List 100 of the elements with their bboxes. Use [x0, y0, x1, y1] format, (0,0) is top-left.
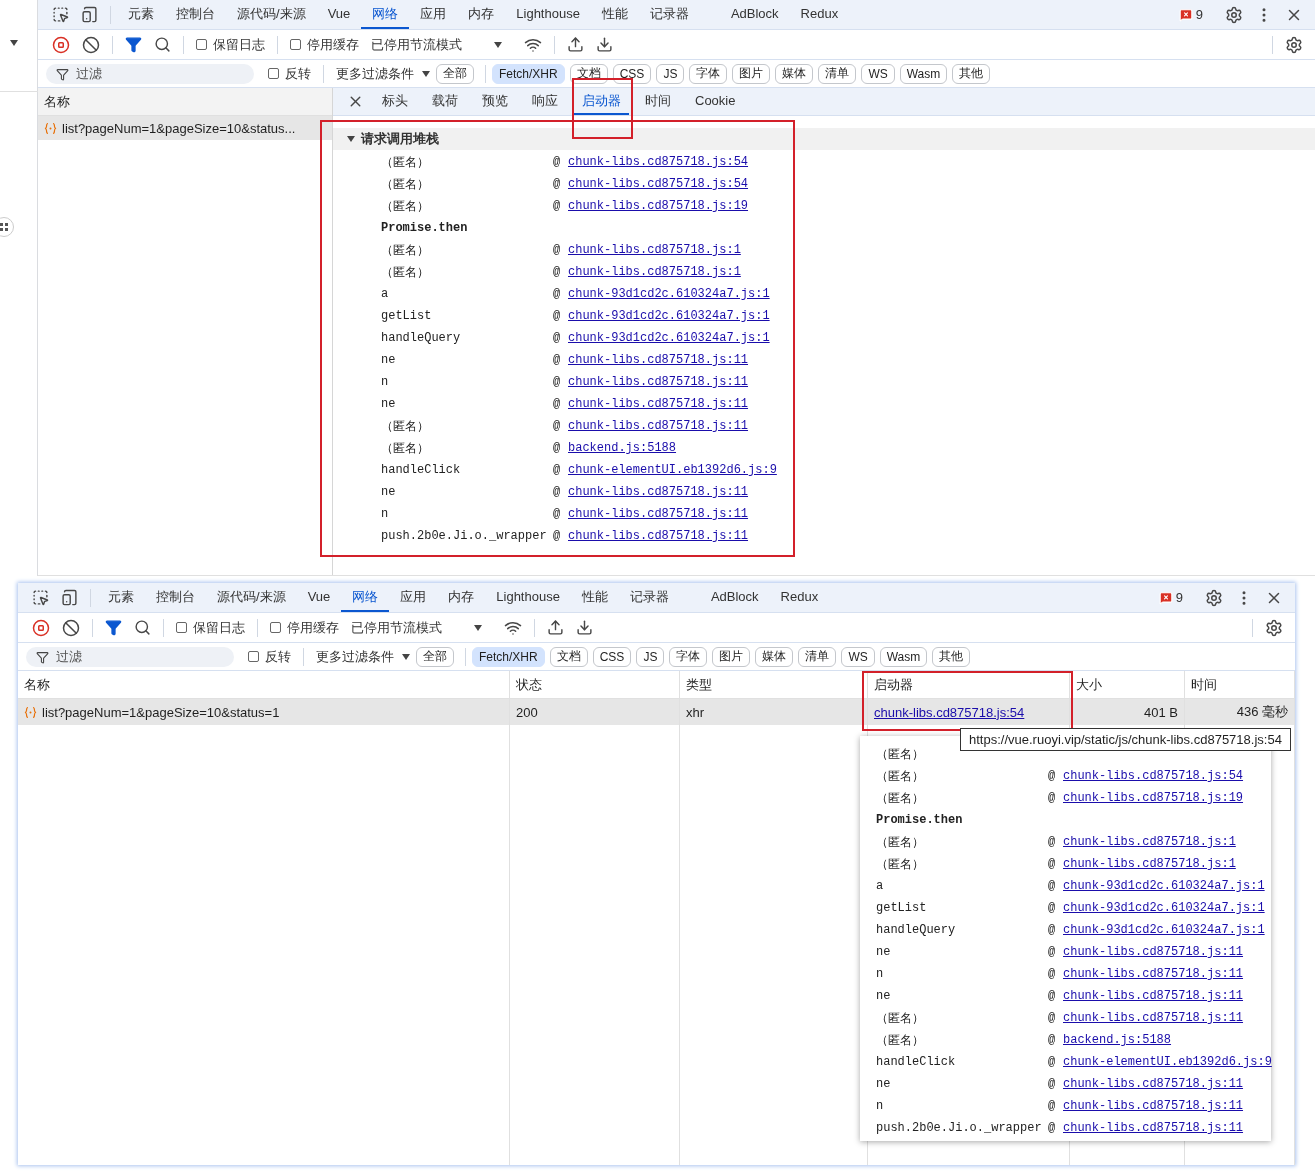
source-link[interactable]: chunk-libs.cd875718.js:11	[568, 485, 749, 499]
throttling-dropdown[interactable]: 已停用节流模式	[345, 618, 488, 637]
type-filter-chip[interactable]: 媒体	[755, 646, 794, 667]
panel-tab[interactable]: 源代码/来源	[206, 583, 297, 612]
source-link[interactable]: chunk-93d1cd2c.610324a7.js:1	[568, 331, 770, 345]
filter-icon[interactable]	[105, 619, 122, 636]
source-link[interactable]: chunk-libs.cd875718.js:11	[1063, 1011, 1244, 1025]
panel-tab[interactable]: 元素	[117, 0, 165, 29]
panel-tab[interactable]: 性能	[590, 0, 639, 29]
error-badge[interactable]: 9	[1152, 589, 1189, 606]
preserve-log-checkbox[interactable]: 保留日志	[196, 35, 265, 54]
disable-cache-checkbox[interactable]: 停用缓存	[290, 35, 359, 54]
type-filter-chip[interactable]: 媒体	[775, 63, 814, 84]
type-filter-chip[interactable]: WS	[861, 63, 895, 84]
settings-icon[interactable]	[1285, 35, 1303, 54]
source-link[interactable]: chunk-93d1cd2c.610324a7.js:1	[568, 309, 770, 323]
panel-tab[interactable]: 内存	[437, 583, 486, 612]
source-link[interactable]: chunk-93d1cd2c.610324a7.js:1	[1063, 901, 1265, 915]
clear-icon[interactable]	[82, 35, 100, 54]
source-link[interactable]: chunk-libs.cd875718.js:11	[1063, 967, 1244, 981]
panel-tab[interactable]: 源代码/来源	[226, 0, 317, 29]
type-filter-chip[interactable]: Wasm	[899, 63, 948, 84]
type-filter-chip[interactable]: 图片	[732, 63, 771, 84]
panel-tab[interactable]: 元素	[97, 583, 145, 612]
upload-icon[interactable]	[567, 36, 584, 53]
filter-icon[interactable]	[125, 36, 142, 53]
type-filter-chip[interactable]: 清单	[798, 646, 837, 667]
type-filter-chip[interactable]: JS	[636, 646, 665, 667]
detail-tab[interactable]: 载荷	[424, 88, 466, 115]
stop-recording-icon[interactable]	[52, 35, 70, 54]
call-stack-header[interactable]: 请求调用堆栈	[333, 128, 1315, 150]
source-link[interactable]: chunk-93d1cd2c.610324a7.js:1	[1063, 923, 1265, 937]
panel-tab[interactable]: Redux	[769, 583, 830, 612]
invert-checkbox[interactable]: 反转	[268, 64, 311, 83]
type-filter-chip[interactable]: 其他	[932, 646, 971, 667]
error-badge[interactable]: 9	[1172, 6, 1209, 23]
source-link[interactable]: chunk-libs.cd875718.js:11	[568, 529, 749, 543]
type-filter-chip[interactable]: 字体	[689, 63, 728, 84]
source-link[interactable]: chunk-libs.cd875718.js:11	[1063, 1121, 1244, 1135]
panel-tab[interactable]: 记录器	[618, 583, 680, 612]
panel-tab[interactable]: 内存	[457, 0, 506, 29]
source-link[interactable]: chunk-libs.cd875718.js:1	[568, 265, 741, 279]
device-toolbar-icon[interactable]	[61, 589, 78, 606]
detail-tab[interactable]: 时间	[637, 88, 679, 115]
type-filter-chip[interactable]: 图片	[712, 646, 751, 667]
source-link[interactable]: chunk-libs.cd875718.js:1	[1063, 835, 1236, 849]
source-link[interactable]: chunk-libs.cd875718.js:1	[1063, 857, 1236, 871]
search-icon[interactable]	[134, 619, 151, 636]
source-link[interactable]: chunk-libs.cd875718.js:1	[568, 243, 741, 257]
type-filter-chip[interactable]: 清单	[818, 63, 857, 84]
source-link[interactable]: chunk-libs.cd875718.js:54	[1063, 769, 1244, 783]
detail-tab[interactable]: 标头	[374, 88, 416, 115]
filter-field[interactable]: 过滤	[26, 646, 234, 667]
source-link[interactable]: chunk-libs.cd875718.js:11	[568, 419, 749, 433]
column-header[interactable]: 名称	[38, 88, 332, 116]
detail-tab[interactable]: 启动器	[574, 88, 629, 115]
source-link[interactable]: backend.js:5188	[568, 441, 677, 455]
settings-icon[interactable]	[1205, 588, 1223, 607]
source-link[interactable]: chunk-libs.cd875718.js:11	[568, 507, 749, 521]
device-toolbar-icon[interactable]	[81, 6, 98, 23]
preserve-log-checkbox[interactable]: 保留日志	[176, 618, 245, 637]
source-link[interactable]: chunk-93d1cd2c.610324a7.js:1	[1063, 879, 1265, 893]
source-link[interactable]: chunk-libs.cd875718.js:54	[568, 177, 749, 191]
source-link[interactable]: chunk-93d1cd2c.610324a7.js:1	[568, 287, 770, 301]
panel-tab[interactable]: 应用	[409, 0, 458, 29]
detail-tab[interactable]: 响应	[524, 88, 566, 115]
stop-recording-icon[interactable]	[32, 618, 50, 637]
filter-field[interactable]: 过滤	[46, 63, 254, 84]
type-filter-chip[interactable]: WS	[841, 646, 875, 667]
panel-tab[interactable]: 记录器	[638, 0, 700, 29]
type-filter-chip[interactable]: Fetch/XHR	[472, 646, 545, 667]
type-filter-chip[interactable]: CSS	[612, 63, 652, 84]
inspect-icon[interactable]	[52, 6, 69, 23]
type-filter-chip[interactable]: Wasm	[879, 646, 928, 667]
panel-tab[interactable]: Lighthouse	[485, 583, 571, 612]
type-filter-chip[interactable]: 字体	[669, 646, 708, 667]
download-icon[interactable]	[596, 36, 613, 53]
panel-tab[interactable]: Vue	[296, 583, 342, 612]
search-icon[interactable]	[154, 36, 171, 53]
detail-tab[interactable]: 预览	[474, 88, 516, 115]
panel-tab[interactable]: AdBlock	[699, 583, 770, 612]
source-link[interactable]: backend.js:5188	[1063, 1033, 1172, 1047]
more-filters-dropdown[interactable]: 更多过滤条件	[330, 64, 436, 83]
more-filters-dropdown[interactable]: 更多过滤条件	[310, 647, 416, 666]
source-link[interactable]: chunk-libs.cd875718.js:11	[568, 397, 749, 411]
upload-icon[interactable]	[547, 619, 564, 636]
source-link[interactable]: chunk-libs.cd875718.js:11	[1063, 1099, 1244, 1113]
throttling-dropdown[interactable]: 已停用节流模式	[365, 35, 508, 54]
source-link[interactable]: chunk-libs.cd875718.js:11	[568, 353, 749, 367]
type-filter-chip[interactable]: JS	[656, 63, 685, 84]
panel-tab[interactable]: Redux	[789, 0, 850, 29]
panel-tab[interactable]: 性能	[570, 583, 619, 612]
source-link[interactable]: chunk-libs.cd875718.js:11	[568, 375, 749, 389]
disable-cache-checkbox[interactable]: 停用缓存	[270, 618, 339, 637]
source-link[interactable]: chunk-libs.cd875718.js:11	[1063, 945, 1244, 959]
panel-tab[interactable]: Vue	[316, 0, 362, 29]
panel-tab[interactable]: Lighthouse	[505, 0, 591, 29]
type-filter-chip[interactable]: 其他	[952, 63, 991, 84]
inspect-icon[interactable]	[32, 589, 49, 606]
source-link[interactable]: chunk-elementUI.eb1392d6.js:9	[1063, 1055, 1272, 1069]
